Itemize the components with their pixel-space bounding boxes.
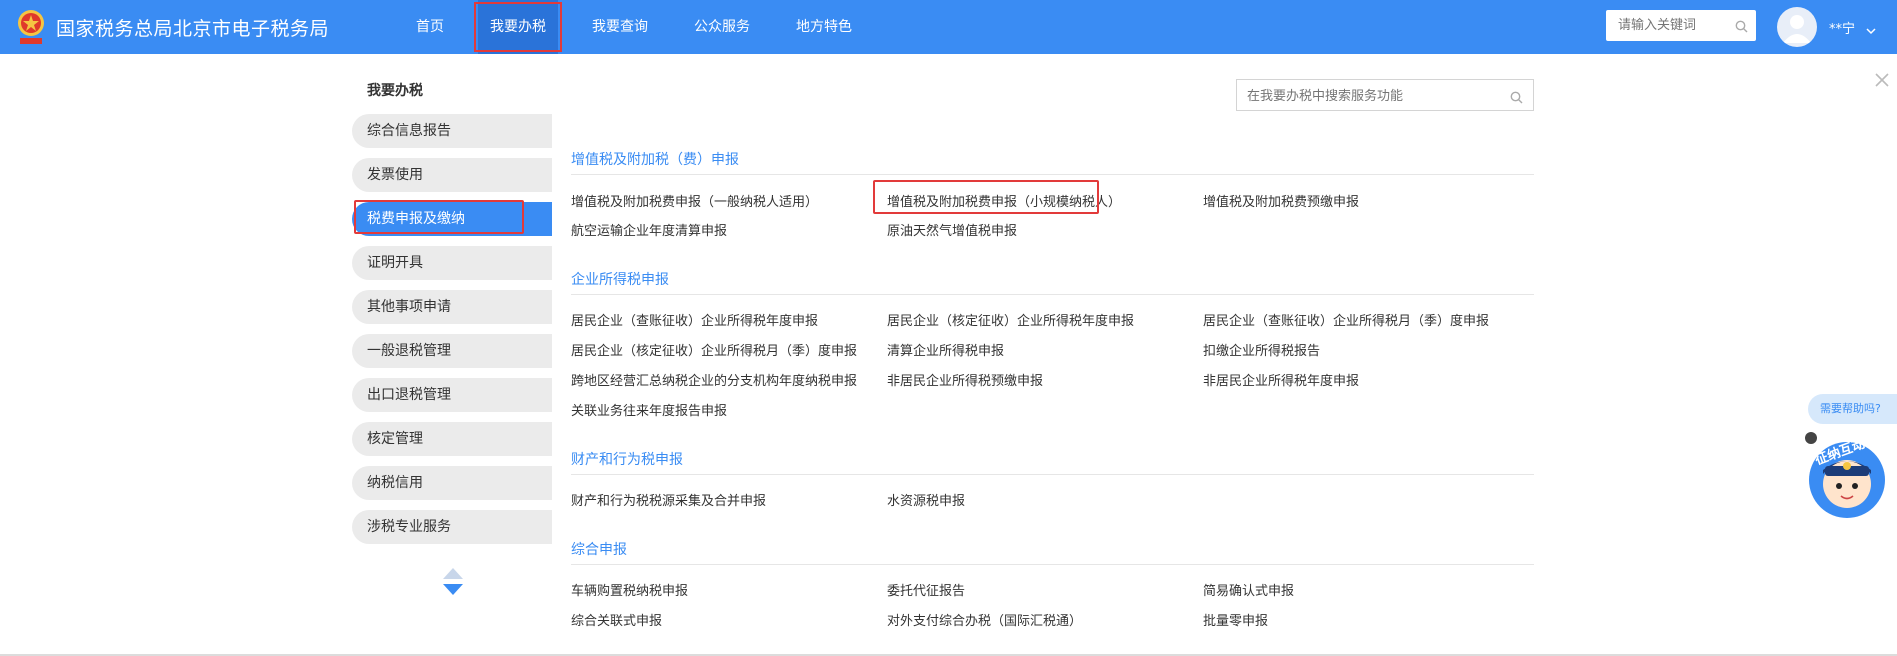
chevron-down-icon[interactable] (1866, 20, 1876, 39)
nav-local-features[interactable]: 地方特色 (784, 0, 864, 54)
sidebar-item-label: 纳税信用 (367, 475, 423, 491)
sidebar-item-label: 发票使用 (367, 167, 423, 183)
service-link[interactable]: 航空运输企业年度清算申报 (571, 220, 861, 239)
sidebar-title: 我要办税 (367, 83, 423, 99)
service-link[interactable]: 批量零申报 (1203, 610, 1507, 629)
username[interactable]: **宁 (1829, 18, 1855, 37)
sidebar-item-professional-service[interactable]: 涉税专业服务 (352, 510, 552, 544)
service-link[interactable]: 水资源税申报 (887, 490, 1177, 509)
service-link[interactable]: 简易确认式申报 (1203, 580, 1507, 599)
service-link[interactable]: 居民企业（核定征收）企业所得税月（季）度申报 (571, 340, 861, 359)
section-title-property: 财产和行为税申报 (571, 452, 683, 468)
site-title: 国家税务总局北京市电子税务局 (56, 17, 330, 40)
section-title-vat: 增值税及附加税（费）申报 (571, 152, 739, 168)
service-link[interactable]: 扣缴企业所得税报告 (1203, 340, 1507, 359)
sidebar-item-label: 一般退税管理 (367, 343, 451, 359)
section-divider (571, 564, 1534, 565)
sidebar-item-label: 涉税专业服务 (367, 519, 451, 535)
service-link[interactable]: 委托代征报告 (887, 580, 1177, 599)
service-link[interactable]: 增值税及附加税费申报（一般纳税人适用） (571, 191, 861, 210)
section-divider (571, 474, 1534, 475)
header-search (1606, 10, 1756, 41)
nav-tax-handling[interactable]: 我要办税 (474, 0, 562, 54)
service-link[interactable]: 跨地区经营汇总纳税企业的分支机构年度纳税申报 (571, 370, 861, 389)
main-nav: 首页 我要办税 我要查询 公众服务 地方特色 (404, 0, 886, 54)
search-icon[interactable] (1735, 18, 1748, 37)
service-search-input[interactable] (1245, 80, 1507, 112)
nav-query[interactable]: 我要查询 (580, 0, 660, 54)
main-panel: 增值税及附加税（费）申报 增值税及附加税费申报（一般纳税人适用） 增值税及附加税… (552, 54, 1897, 656)
brand[interactable]: 国家税务总局北京市电子税务局 (14, 6, 329, 48)
header-search-input[interactable] (1616, 10, 1734, 41)
close-icon[interactable] (1874, 72, 1890, 88)
nav-public-service[interactable]: 公众服务 (682, 0, 762, 54)
service-link[interactable]: 关联业务往来年度报告申报 (571, 400, 861, 419)
sidebar-item-export-refund[interactable]: 出口退税管理 (352, 378, 552, 412)
sidebar-item-refund[interactable]: 一般退税管理 (352, 334, 552, 368)
service-link[interactable]: 增值税及附加税费预缴申报 (1203, 191, 1507, 210)
service-link[interactable]: 财产和行为税税源采集及合并申报 (571, 490, 861, 509)
sidebar-item-label: 综合信息报告 (367, 123, 451, 139)
sidebar-item-label: 其他事项申请 (367, 299, 451, 315)
highlight-box (873, 180, 1099, 214)
sidebar-item-invoice[interactable]: 发票使用 (352, 158, 552, 192)
service-link[interactable]: 原油天然气增值税申报 (887, 220, 1177, 239)
service-link[interactable]: 清算企业所得税申报 (887, 340, 1177, 359)
sidebar-item-info-report[interactable]: 综合信息报告 (352, 114, 552, 148)
section-title-cit: 企业所得税申报 (571, 272, 669, 288)
tax-emblem-icon (14, 8, 48, 46)
top-bar: 国家税务总局北京市电子税务局 首页 我要办税 我要查询 公众服务 地方特色 **… (0, 0, 1897, 54)
avatar[interactable] (1777, 7, 1817, 47)
scroll-arrows-icon[interactable] (442, 568, 464, 598)
section-divider (571, 174, 1534, 175)
sidebar-item-credit[interactable]: 纳税信用 (352, 466, 552, 500)
service-link[interactable]: 居民企业（查账征收）企业所得税年度申报 (571, 310, 861, 329)
sidebar-item-declaration[interactable]: 税费申报及缴纳 (352, 200, 552, 236)
sidebar-item-label: 证明开具 (367, 255, 423, 271)
section-divider (571, 294, 1534, 295)
search-icon[interactable] (1510, 89, 1523, 108)
service-link[interactable]: 居民企业（查账征收）企业所得税月（季）度申报 (1203, 310, 1507, 329)
service-link[interactable]: 车辆购置税纳税申报 (571, 580, 861, 599)
service-link[interactable]: 居民企业（核定征收）企业所得税年度申报 (887, 310, 1177, 329)
service-search (1236, 79, 1534, 112)
sidebar-item-certificate[interactable]: 证明开具 (352, 246, 552, 280)
section-title-comprehensive: 综合申报 (571, 542, 627, 558)
sidebar-item-label: 核定管理 (367, 431, 423, 447)
mascot-widget[interactable]: 征纳互动 (1805, 430, 1887, 522)
sidebar: 我要办税 综合信息报告 发票使用 税费申报及缴纳 证明开具 其他事项申请 一般退… (352, 54, 552, 656)
sidebar-item-assessment[interactable]: 核定管理 (352, 422, 552, 456)
service-link[interactable]: 非居民企业所得税预缴申报 (887, 370, 1177, 389)
sidebar-item-label: 出口退税管理 (367, 387, 451, 403)
service-link[interactable]: 综合关联式申报 (571, 610, 861, 629)
help-bubble[interactable]: 需要帮助吗? (1808, 394, 1897, 424)
sidebar-item-other-application[interactable]: 其他事项申请 (352, 290, 552, 324)
user-icon (1783, 15, 1811, 43)
nav-home[interactable]: 首页 (404, 0, 456, 54)
service-link[interactable]: 非居民企业所得税年度申报 (1203, 370, 1507, 389)
service-link[interactable]: 对外支付综合办税（国际汇税通） (887, 610, 1177, 629)
